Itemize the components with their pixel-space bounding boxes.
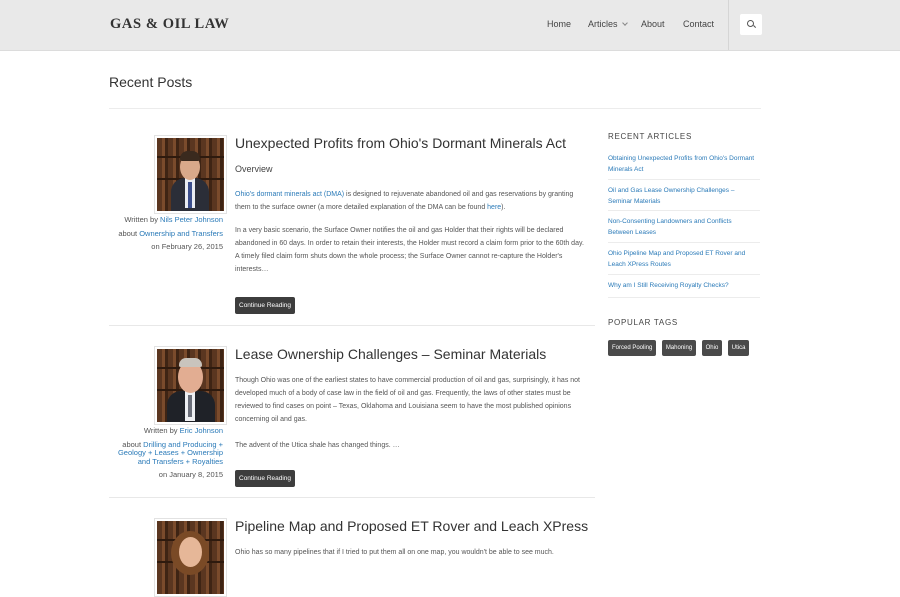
recent-article-link[interactable]: Obtaining Unexpected Profits from Ohio's… [608,153,758,175]
post-title[interactable]: Lease Ownership Challenges – Seminar Mat… [235,346,546,362]
post-date: on February 26, 2015 [151,242,223,251]
written-by-label: Written by [124,215,158,224]
divider [608,297,760,298]
author-link[interactable]: Nils Peter Johnson [160,215,223,224]
author-link[interactable]: Eric Johnson [180,426,223,435]
nav-home[interactable]: Home [547,19,571,29]
post-date: on January 8, 2015 [158,470,223,479]
recent-article-link[interactable]: Non-Consenting Landowners and Conflicts … [608,216,758,238]
post-subtitle: Overview [235,164,273,174]
recent-article-link[interactable]: Ohio Pipeline Map and Proposed ET Rover … [608,248,758,270]
search-button[interactable] [740,14,762,35]
site-header: GAS & OIL LAW Home Articles About Contac… [0,0,900,51]
tag-list: Forced Pooling Mahoning Ohio Utica [608,336,750,356]
popular-tags-heading: POPULAR TAGS [608,318,678,327]
nav-articles[interactable]: Articles [588,19,628,29]
nav-contact[interactable]: Contact [683,19,714,29]
author-photo[interactable] [154,135,227,214]
author-photo[interactable] [154,518,227,597]
divider [608,274,760,275]
post-title[interactable]: Unexpected Profits from Ohio's Dormant M… [235,135,566,151]
continue-reading-button[interactable]: Continue Reading [235,297,296,314]
nav-articles-label: Articles [588,19,618,29]
chevron-down-icon [621,20,628,26]
paragraph-text: ). [501,204,506,211]
nav-about[interactable]: About [641,19,665,29]
recent-article-link[interactable]: Oil and Gas Lease Ownership Challenges –… [608,185,758,207]
tag-mahoning[interactable]: Mahoning [661,340,697,356]
recent-article-link[interactable]: Why am I Still Receiving Royalty Checks? [608,280,758,291]
divider [109,325,595,326]
post-meta: Written by Eric Johnson about Drilling a… [109,426,223,480]
divider [109,497,595,498]
tag-utica[interactable]: Utica [727,340,750,356]
post-meta: Written by Nils Peter Johnson about Owne… [109,215,223,252]
post-paragraph: Though Ohio was one of the earliest stat… [235,377,580,423]
author-photo[interactable] [154,346,227,425]
post-title[interactable]: Pipeline Map and Proposed ET Rover and L… [235,518,588,534]
continue-reading-button[interactable]: Continue Reading [235,470,296,487]
divider [608,179,760,180]
here-link[interactable]: here [487,204,501,211]
post-paragraph: Ohio's dormant minerals act (DMA) is des… [235,188,585,214]
category-link[interactable]: Ownership and Transfers [139,229,223,238]
dma-link[interactable]: Ohio's dormant minerals act (DMA) [235,191,344,198]
written-by-label: Written by [143,426,178,435]
post-paragraph: Ohio has so many pipelines that if I tri… [235,549,554,556]
page-title: Recent Posts [109,74,193,90]
about-label: about [118,228,138,238]
tag-forced-pooling[interactable]: Forced Pooling [608,340,657,356]
post-paragraph: In a very basic scenario, the Surface Ow… [235,227,584,273]
site-logo[interactable]: GAS & OIL LAW [110,16,229,33]
divider [608,210,760,211]
divider [109,108,761,109]
post-paragraph: The advent of the Utica shale has change… [235,442,400,449]
recent-articles-heading: RECENT ARTICLES [608,132,693,141]
divider [608,242,760,243]
nav-divider [728,0,729,50]
tag-ohio[interactable]: Ohio [701,340,723,356]
